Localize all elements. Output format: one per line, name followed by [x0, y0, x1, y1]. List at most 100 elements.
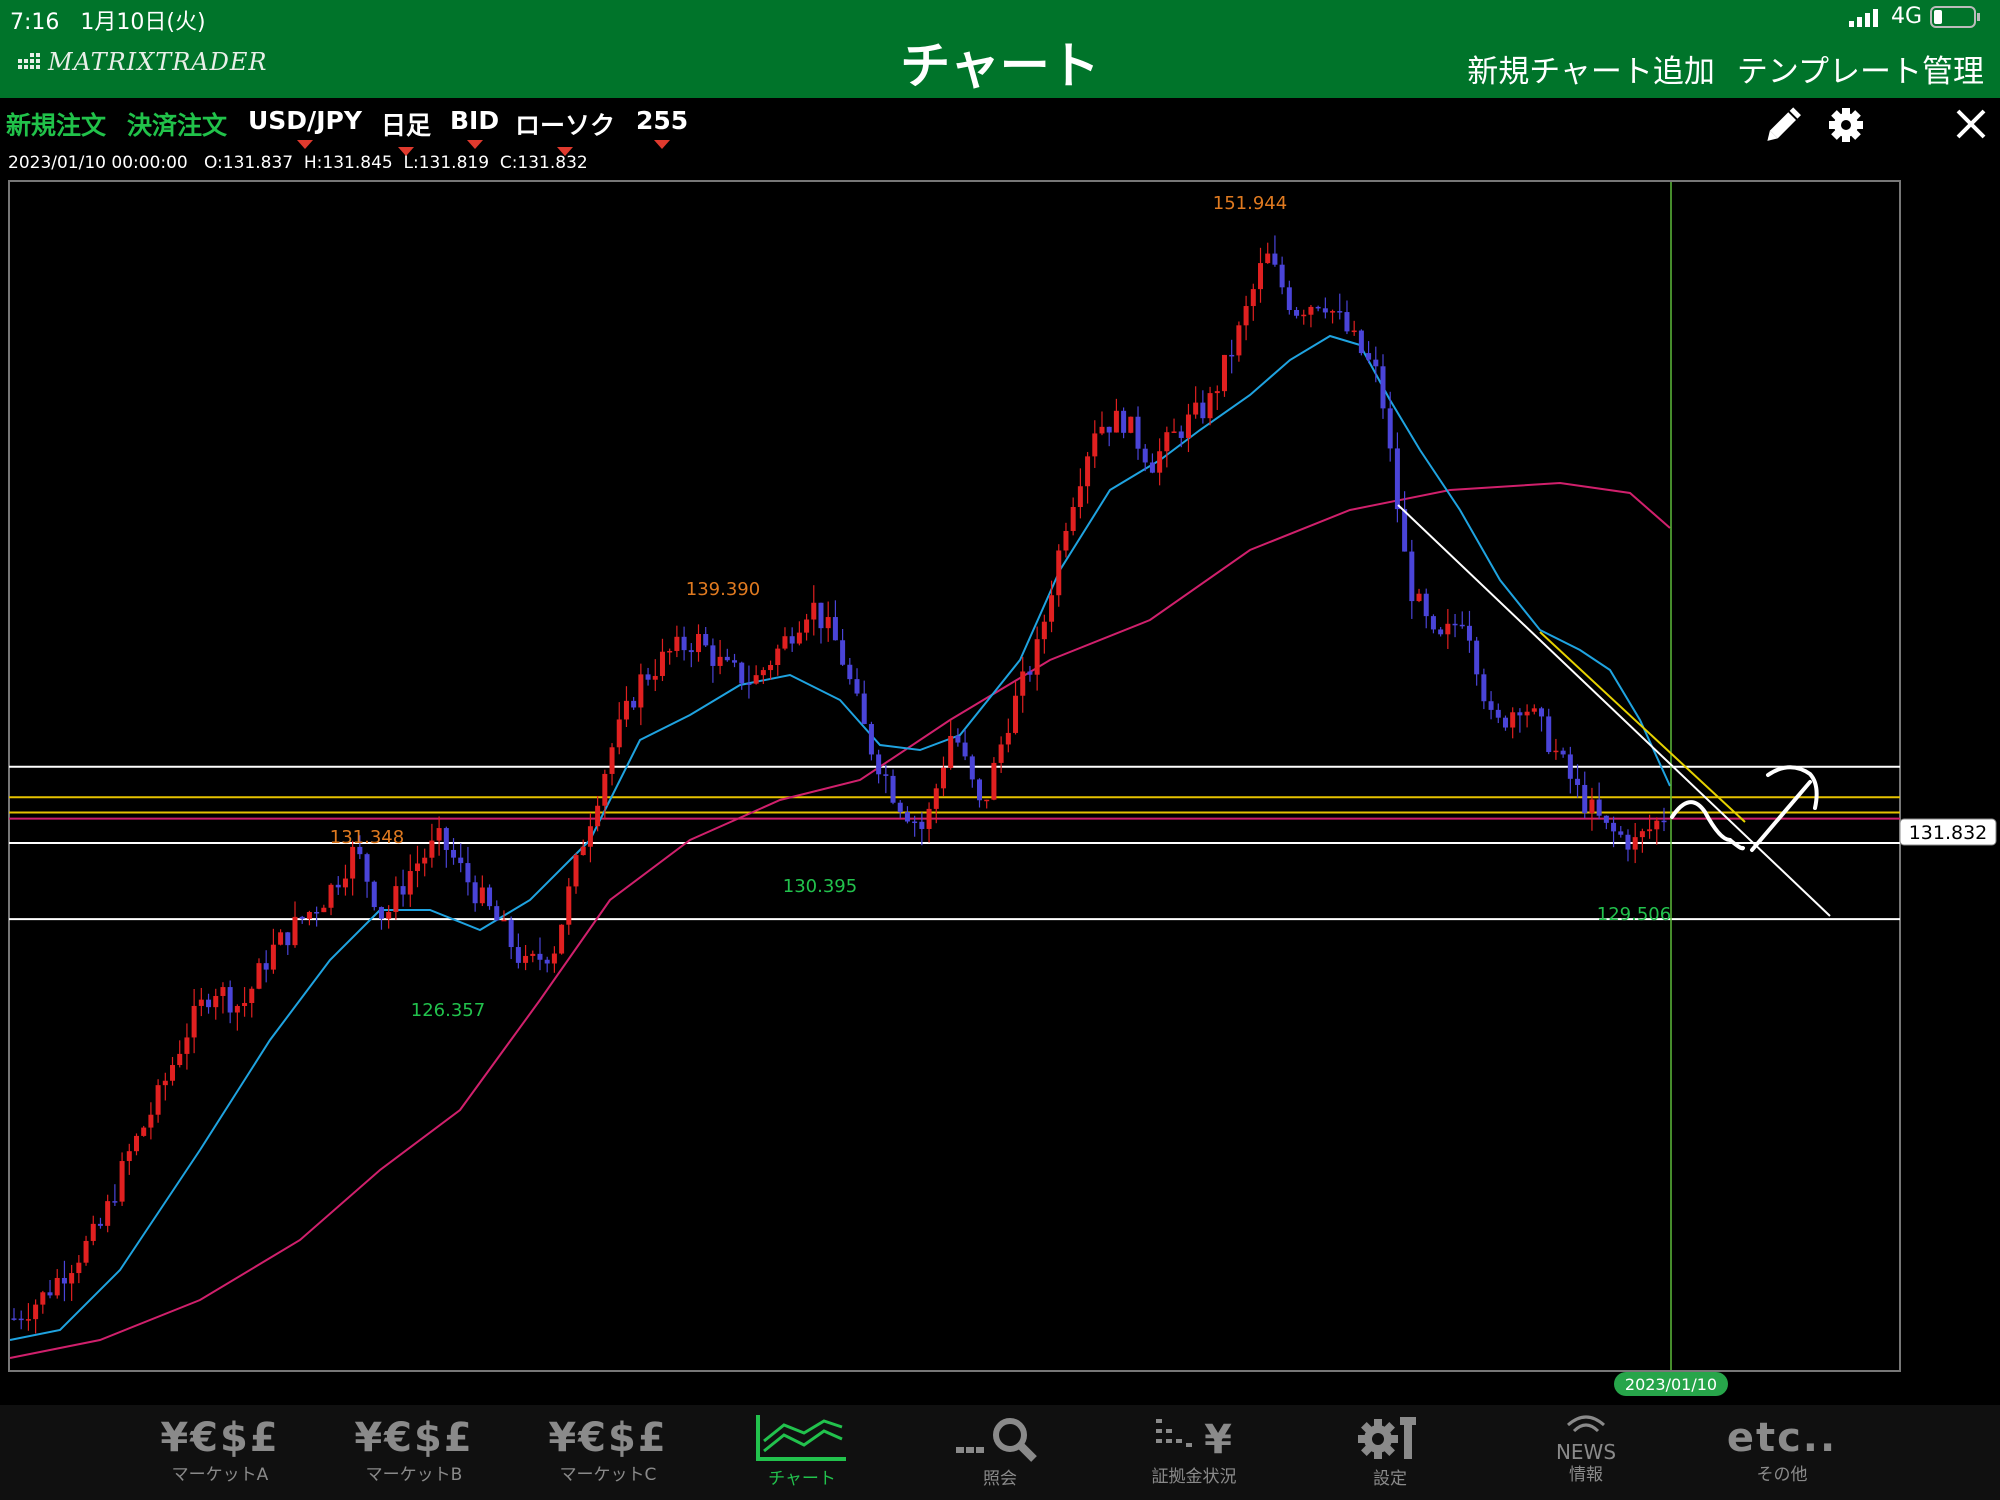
candle-body — [184, 1037, 190, 1054]
candle-body — [1193, 402, 1199, 415]
candle-body — [739, 662, 745, 684]
candle-body — [1394, 448, 1400, 510]
tab-market-c[interactable]: ¥€$£ マーケットC — [528, 1413, 688, 1487]
candle-body — [458, 857, 464, 864]
candle-body — [342, 878, 348, 888]
candle-body — [1603, 815, 1609, 823]
last-price-label: 131.832 — [1909, 822, 1988, 844]
tab-other[interactable]: etc.. その他 — [1702, 1413, 1862, 1487]
tab-inquiry[interactable]: 照会 — [920, 1413, 1080, 1491]
tab-market-b[interactable]: ¥€$£ マーケットB — [334, 1413, 494, 1487]
candle-body — [1258, 263, 1264, 290]
candle-body — [933, 788, 939, 809]
candle-body — [580, 846, 586, 856]
candle-body — [155, 1085, 161, 1115]
candle — [1221, 354, 1227, 397]
candle-body — [1517, 712, 1523, 716]
candle-body — [1380, 366, 1386, 409]
candle — [487, 884, 493, 910]
candle-body — [587, 826, 593, 847]
currency-icon: ¥€$£ — [160, 1415, 280, 1461]
price-tag: 131.832 — [1899, 818, 1997, 846]
candle-body — [378, 907, 384, 919]
candle-body — [1459, 624, 1465, 627]
currency-icon: ¥€$£ — [354, 1415, 474, 1461]
candle-body — [1409, 551, 1415, 602]
candle-body — [1337, 311, 1343, 313]
candle-body — [825, 617, 831, 629]
label-left-high: 131.348 — [330, 827, 404, 848]
candle-body — [198, 999, 204, 1006]
candle-body — [1221, 354, 1227, 392]
candle-body — [984, 799, 990, 802]
candle-body — [566, 886, 572, 925]
candle-body — [443, 828, 449, 850]
tab-label: その他 — [1756, 1465, 1808, 1485]
candle-body — [263, 963, 269, 970]
candle-body — [278, 932, 284, 945]
candle-body — [299, 916, 305, 919]
candle-body — [1466, 625, 1472, 641]
tab-settings[interactable]: 設定 — [1310, 1413, 1470, 1491]
candle-body — [1315, 306, 1321, 309]
candle-body — [573, 855, 579, 887]
tab-label: チャート — [768, 1469, 836, 1489]
candle-body — [1113, 410, 1119, 433]
candle-body — [977, 779, 983, 801]
candle-body — [1092, 433, 1098, 457]
price-chart[interactable]: 151.944 139.390 131.348 130.395 126.357 … — [0, 0, 2000, 1405]
candle-body — [105, 1201, 111, 1226]
candle-body — [40, 1292, 46, 1305]
candle-body — [292, 916, 298, 946]
cursor-date-label: 2023/01/10 — [1625, 1375, 1717, 1394]
candle-body — [1387, 408, 1393, 449]
candle-body — [1272, 253, 1278, 265]
candle-body — [306, 912, 312, 919]
yen-glyph: ¥ — [1204, 1417, 1234, 1463]
candle-body — [782, 636, 788, 649]
tab-label: マーケットB — [365, 1465, 463, 1485]
candle-body — [962, 742, 968, 757]
candle-body — [1445, 623, 1451, 635]
candle-body — [256, 963, 262, 989]
tab-market-a[interactable]: ¥€$£ マーケットA — [140, 1413, 300, 1487]
candle-body — [1250, 289, 1256, 307]
candle-body — [667, 650, 673, 653]
tab-label: 設定 — [1373, 1469, 1407, 1489]
candle-body — [1099, 426, 1105, 434]
tab-label: 情報 — [1569, 1465, 1603, 1485]
candle-body — [1596, 799, 1602, 816]
bottom-tab-bar: ¥€$£ マーケットA ¥€$£ マーケットB ¥€$£ マーケットC チャート 照会… — [0, 1405, 2000, 1500]
candle-body — [609, 747, 615, 774]
candle-body — [69, 1273, 75, 1284]
candle-body — [162, 1080, 168, 1086]
candle-body — [1214, 391, 1220, 394]
chart-frame — [8, 180, 1901, 1372]
candle-body — [559, 924, 565, 954]
candle — [1128, 416, 1134, 434]
candle-body — [1495, 709, 1501, 718]
tab-chart[interactable]: チャート — [722, 1413, 882, 1491]
candle-body — [1661, 820, 1667, 823]
candle-body — [1358, 330, 1364, 354]
candle-body — [472, 882, 478, 904]
candle-body — [1452, 623, 1458, 626]
bar-dots-icon — [1156, 1419, 1193, 1447]
candle-body — [1005, 732, 1011, 745]
tab-news[interactable]: NEWS 情報 — [1506, 1413, 1666, 1487]
candle-body — [998, 744, 1004, 763]
candle-body — [1121, 410, 1127, 433]
candle-body — [868, 724, 874, 755]
candle-body — [955, 735, 961, 743]
candle-body — [789, 636, 795, 644]
tab-margin-status[interactable]: ¥ 証拠金状況 — [1114, 1413, 1274, 1489]
candle-body — [170, 1065, 176, 1081]
candle-body — [1157, 451, 1163, 473]
candle-body — [804, 619, 810, 633]
candle-body — [1474, 640, 1480, 675]
candle-body — [357, 846, 363, 855]
candle-body — [1510, 712, 1516, 728]
candle-body — [595, 805, 601, 827]
candle-body — [1575, 778, 1581, 785]
candle-body — [126, 1151, 132, 1162]
